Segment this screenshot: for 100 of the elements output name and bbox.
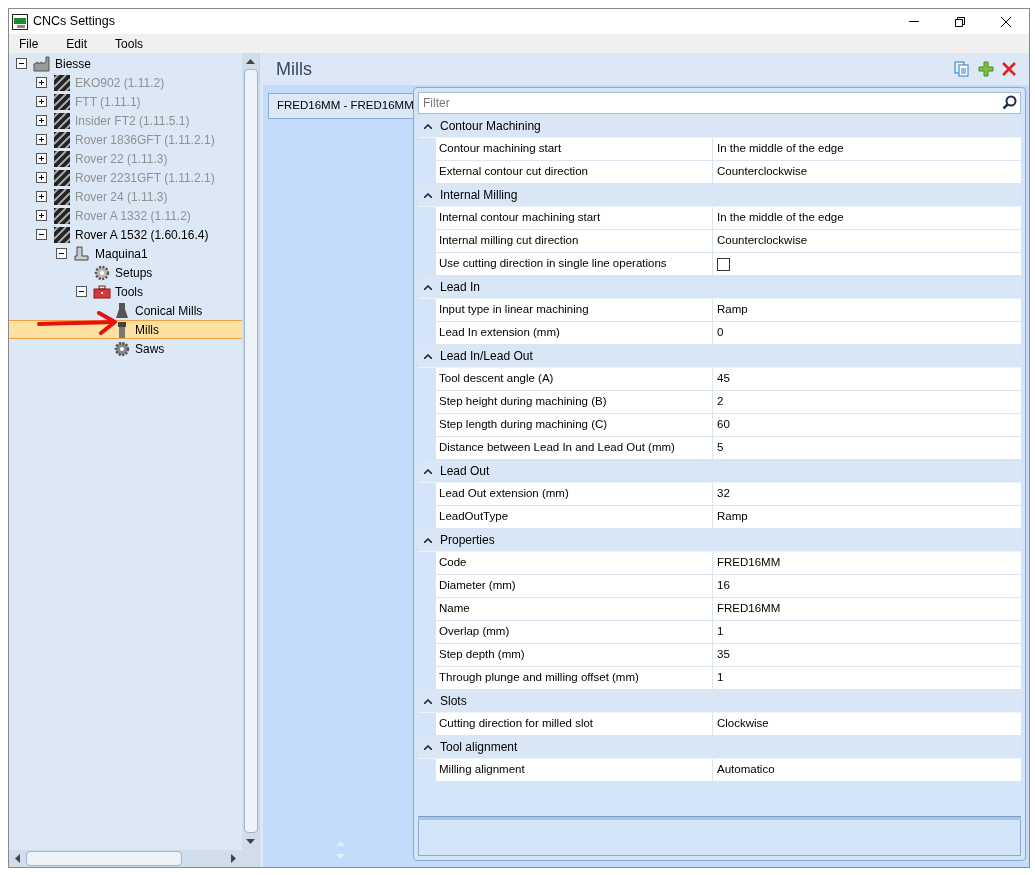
tree-label: Maquina1: [95, 245, 148, 263]
property-name: Step depth (mm): [436, 644, 713, 666]
tree-item[interactable]: Tools: [9, 282, 242, 301]
search-icon[interactable]: [1002, 95, 1017, 110]
property-value[interactable]: Counterclockwise: [717, 163, 808, 181]
property-value[interactable]: 35: [717, 646, 730, 664]
property-name: Overlap (mm): [436, 621, 713, 643]
property-value[interactable]: FRED16MM: [717, 554, 781, 572]
property-value[interactable]: 1: [717, 669, 724, 687]
property-name: Step height during machining (B): [436, 391, 713, 413]
tree-label: Saws: [135, 340, 165, 358]
collapse-caret-icon[interactable]: [423, 353, 432, 359]
property-value[interactable]: 16: [717, 577, 730, 595]
tree-item[interactable]: Rover A 1532 (1.60.16.4): [9, 225, 242, 244]
category-title: Slots: [440, 693, 467, 710]
hatched-machine-icon: [54, 74, 70, 91]
scroll-up-icon[interactable]: [246, 59, 255, 64]
add-icon[interactable]: [978, 61, 994, 77]
collapse-caret-icon[interactable]: [423, 537, 432, 543]
tree-label: Setups: [115, 264, 153, 282]
category-header[interactable]: Properties: [418, 529, 1021, 552]
menu-item[interactable]: Tools: [107, 34, 152, 53]
collapse-caret-icon[interactable]: [423, 698, 432, 704]
tree-label: Mills: [135, 321, 159, 339]
category-header[interactable]: Lead Out: [418, 460, 1021, 483]
mill-icon: [117, 321, 127, 338]
collapse-caret-icon[interactable]: [423, 192, 432, 198]
property-value[interactable]: Clockwise: [717, 715, 769, 733]
property-value[interactable]: 45: [717, 370, 730, 388]
menu-item[interactable]: Edit: [58, 34, 96, 53]
scroll-right-icon[interactable]: [231, 854, 236, 863]
tree-item[interactable]: Conical Mills: [9, 301, 242, 320]
tool-tab[interactable]: FRED16MM - FRED16MM: [268, 93, 413, 119]
category-title: Contour Machining: [440, 118, 541, 135]
menu-item[interactable]: File: [11, 34, 47, 53]
checkbox[interactable]: [717, 257, 730, 271]
property-value[interactable]: Counterclockwise: [717, 232, 808, 250]
property-value[interactable]: In the middle of the edge: [717, 140, 844, 158]
property-name: Lead In extension (mm): [436, 322, 713, 344]
property-value[interactable]: 1: [717, 623, 724, 641]
property-value[interactable]: In the middle of the edge: [717, 209, 844, 227]
property-name: External contour cut direction: [436, 161, 713, 183]
property-value[interactable]: 0: [717, 324, 724, 342]
collapse-caret-icon[interactable]: [423, 123, 432, 129]
copy-icon[interactable]: [954, 61, 970, 77]
tree-label: Tools: [115, 283, 143, 301]
tree-label: FTT (1.11.1): [75, 93, 141, 111]
property-value[interactable]: Automatico: [717, 761, 775, 779]
app-logo-icon: [12, 13, 28, 30]
hatched-machine-icon: [54, 226, 70, 243]
property-value[interactable]: 5: [717, 439, 724, 457]
toolbox-icon: [93, 284, 111, 299]
collapse-toggle[interactable]: [55, 248, 67, 259]
property-value[interactable]: 2: [717, 393, 724, 411]
tree-item[interactable]: Saws: [9, 339, 242, 358]
property-name: Through plunge and milling offset (mm): [436, 667, 713, 689]
collapse-toggle[interactable]: [15, 58, 27, 69]
hatched-machine-icon: [54, 188, 70, 205]
property-value[interactable]: Ramp: [717, 301, 748, 319]
tree-label: Insider FT2 (1.11.5.1): [75, 112, 190, 130]
tree-item[interactable]: Biesse: [9, 54, 242, 73]
category-header[interactable]: Internal Milling: [418, 184, 1021, 207]
collapse-caret-icon[interactable]: [423, 744, 432, 750]
property-name: Internal contour machining start: [436, 207, 713, 229]
filter-field[interactable]: Filter: [418, 92, 1021, 114]
property-name: Contour machining start: [436, 138, 713, 160]
horizontal-scrollbar[interactable]: [9, 850, 259, 867]
category-header[interactable]: Slots: [418, 690, 1021, 713]
collapse-caret-icon[interactable]: [423, 468, 432, 474]
category-header[interactable]: Lead In: [418, 276, 1021, 299]
category-header[interactable]: Tool alignment: [418, 736, 1021, 759]
machine-icon: [74, 245, 90, 262]
tree-item[interactable]: Setups: [9, 263, 242, 282]
category-header[interactable]: Lead In/Lead Out: [418, 345, 1021, 368]
delete-icon[interactable]: [1002, 62, 1016, 76]
scrollbar-thumb[interactable]: [26, 851, 182, 866]
hatched-machine-icon: [54, 131, 70, 148]
category-header[interactable]: Contour Machining: [418, 115, 1021, 138]
scrollbar-thumb[interactable]: [243, 69, 258, 833]
restore-icon[interactable]: [955, 16, 965, 27]
close-icon[interactable]: [1001, 16, 1011, 27]
property-value[interactable]: FRED16MM: [717, 600, 781, 618]
vertical-scrollbar[interactable]: [242, 53, 259, 850]
collapse-toggle[interactable]: [75, 286, 87, 297]
property-value[interactable]: Ramp: [717, 508, 748, 526]
tree-item[interactable]: Mills: [9, 320, 242, 339]
collapse-caret-icon[interactable]: [423, 284, 432, 290]
conical-mill-icon: [115, 302, 129, 319]
tree-label: Rover 1836GFT (1.11.2.1): [75, 131, 215, 149]
category-title: Lead In: [440, 279, 481, 296]
category-title: Lead Out: [440, 463, 490, 480]
collapse-toggle[interactable]: [35, 229, 47, 240]
tree-item[interactable]: Maquina1: [9, 244, 242, 263]
property-name: Lead Out extension (mm): [436, 483, 713, 505]
scroll-down-icon[interactable]: [246, 839, 255, 844]
property-value[interactable]: 60: [717, 416, 730, 434]
scroll-left-icon[interactable]: [15, 854, 20, 863]
property-value[interactable]: 32: [717, 485, 730, 503]
tree-label: Conical Mills: [135, 302, 203, 320]
gear-icon: [94, 264, 110, 281]
